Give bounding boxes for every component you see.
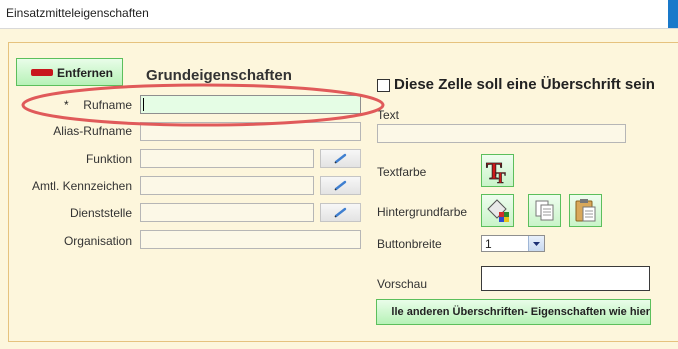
kennzeichen-input[interactable] (140, 176, 314, 195)
background-color-button[interactable] (481, 194, 514, 227)
paste-icon (575, 199, 596, 222)
title-bar: Einsatzmitteleigenschaften (0, 0, 678, 29)
text-color-icon: T T (486, 159, 507, 188)
chevron-down-icon[interactable] (528, 236, 544, 251)
edit-dienststelle-button[interactable] (320, 203, 361, 222)
title-bar-accent (668, 0, 678, 28)
label-funktion: Funktion (85, 152, 132, 166)
pencil-icon (334, 207, 347, 218)
apply-to-all-headers-button[interactable]: lle anderen Überschriften- Eigenschaften… (376, 299, 651, 325)
label-hintergrundfarbe: Hintergrundfarbe (377, 205, 468, 219)
funktion-input[interactable] (140, 149, 314, 168)
preview-box (481, 266, 650, 291)
edit-kennzeichen-button[interactable] (320, 176, 361, 195)
svg-text:T: T (495, 170, 506, 186)
remove-button-label: Entfernen (57, 66, 114, 80)
label-buttonbreite: Buttonbreite (377, 237, 442, 251)
label-dienststelle: Dienststelle (69, 206, 132, 220)
copy-icon (535, 200, 554, 221)
label-organisation: Organisation (63, 234, 132, 248)
dienststelle-input[interactable] (140, 203, 314, 222)
window-title: Einsatzmitteleigenschaften (6, 6, 149, 20)
header-checkbox-label: Diese Zelle soll eine Überschrift sein (394, 76, 655, 93)
pencil-icon (334, 180, 347, 191)
button-width-select[interactable]: 1 (481, 235, 545, 252)
label-textfarbe: Textfarbe (377, 165, 427, 179)
edit-funktion-button[interactable] (320, 149, 361, 168)
text-color-button[interactable]: T T (481, 154, 514, 187)
apply-button-label: lle anderen Überschriften- Eigenschaften… (391, 306, 650, 318)
copy-button[interactable] (528, 194, 561, 227)
highlight-ellipse (21, 83, 385, 127)
organisation-input[interactable] (140, 230, 361, 249)
header-text-input[interactable] (377, 124, 626, 143)
minus-bar-icon (31, 69, 53, 76)
button-width-value: 1 (485, 237, 492, 251)
paint-bucket-icon (487, 199, 509, 222)
label-vorschau: Vorschau (377, 277, 428, 291)
pencil-icon (334, 153, 347, 164)
label-amtl-kennzeichen: Amtl. Kennzeichen (31, 179, 132, 193)
paste-button[interactable] (569, 194, 602, 227)
